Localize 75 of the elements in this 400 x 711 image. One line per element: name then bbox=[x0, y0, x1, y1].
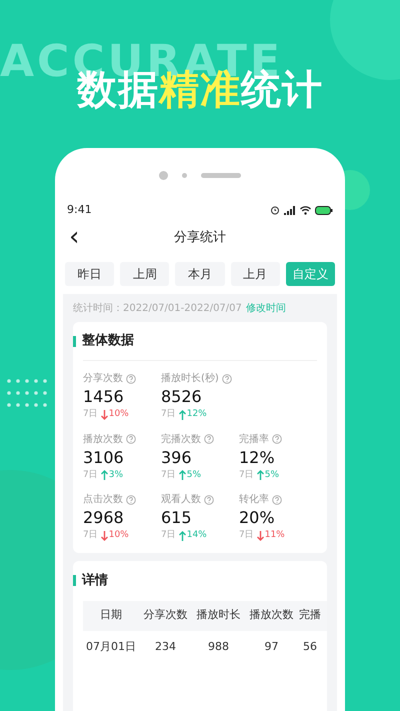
back-button[interactable]: ‹ bbox=[69, 222, 80, 252]
stat-value: 8526 bbox=[161, 386, 202, 408]
arrow-up-icon bbox=[256, 470, 264, 480]
stat-change: 11% bbox=[264, 529, 285, 542]
stat-change: 5% bbox=[264, 468, 280, 482]
stat-value: 396 bbox=[161, 446, 192, 468]
stat-period: 7日 bbox=[83, 529, 98, 542]
title-accent bbox=[73, 575, 76, 586]
battery-icon bbox=[315, 206, 333, 214]
stat-label: 完播率 bbox=[239, 432, 269, 446]
period-tab[interactable]: 上周 bbox=[120, 262, 170, 286]
column-header: 播放次数 bbox=[248, 607, 294, 624]
column-header: 分享次数 bbox=[142, 607, 188, 624]
card-title: 整体数据 bbox=[82, 332, 134, 350]
help-icon[interactable] bbox=[272, 434, 282, 444]
arrow-up-icon bbox=[178, 410, 186, 420]
stat-change: 3% bbox=[108, 468, 124, 482]
stat-period: 7日 bbox=[83, 468, 98, 482]
help-icon[interactable] bbox=[126, 494, 136, 504]
help-icon[interactable] bbox=[126, 374, 136, 384]
stat-period: 7日 bbox=[161, 408, 176, 421]
speaker-slot bbox=[201, 172, 241, 178]
period-tab[interactable]: 昨日 bbox=[65, 262, 114, 286]
arrow-up-icon bbox=[100, 470, 108, 480]
table-cell-text: 56 bbox=[302, 639, 318, 656]
table-cell-text: 234 bbox=[154, 639, 177, 656]
card-title: 详情 bbox=[82, 572, 108, 590]
column-header: 完播 bbox=[298, 607, 322, 624]
wifi-icon bbox=[300, 206, 311, 214]
table-cell-text: 97 bbox=[264, 639, 280, 656]
period-label: 统计时间：2022/07/01-2022/07/07 bbox=[73, 302, 242, 316]
help-icon[interactable] bbox=[272, 494, 282, 504]
stat-period: 7日 bbox=[239, 468, 254, 482]
stat-period: 7日 bbox=[161, 468, 176, 482]
signal-icon bbox=[284, 206, 296, 214]
column-header: 日期 bbox=[99, 607, 123, 624]
stat-value: 20% bbox=[239, 507, 275, 529]
arrow-down-icon bbox=[100, 410, 108, 420]
stat-label: 转化率 bbox=[239, 492, 269, 507]
stat-change: 5% bbox=[186, 468, 202, 482]
arrow-down-icon bbox=[100, 530, 108, 541]
help-icon[interactable] bbox=[204, 494, 214, 504]
help-icon[interactable] bbox=[204, 434, 214, 444]
arrow-up-icon bbox=[178, 530, 186, 541]
table-cell-text: 988 bbox=[207, 639, 230, 656]
status-time: 9:41 bbox=[67, 202, 92, 218]
table-cell-text: 07月01日 bbox=[85, 639, 137, 656]
period-tab[interactable]: 上月 bbox=[230, 262, 280, 286]
stat-label: 点击次数 bbox=[83, 492, 123, 507]
title-accent bbox=[73, 336, 76, 346]
stat-value: 615 bbox=[161, 507, 192, 529]
stat-value: 3106 bbox=[83, 446, 124, 468]
stat-period: 7日 bbox=[83, 408, 98, 421]
dot-grid-icon bbox=[6, 378, 48, 408]
help-icon[interactable] bbox=[222, 374, 232, 384]
stat-period: 7日 bbox=[239, 529, 254, 542]
arrow-down-icon bbox=[256, 530, 264, 541]
period-tab[interactable]: 本月 bbox=[175, 262, 225, 286]
arrow-up-icon bbox=[178, 470, 186, 480]
stat-period: 7日 bbox=[161, 529, 176, 542]
stat-value: 2968 bbox=[83, 507, 124, 529]
help-icon[interactable] bbox=[126, 434, 136, 444]
stat-value: 1456 bbox=[83, 386, 124, 408]
stat-change: 14% bbox=[186, 529, 207, 542]
stat-change: 12% bbox=[186, 408, 207, 421]
stat-label: 分享次数 bbox=[83, 372, 123, 386]
column-header: 播放时长 bbox=[196, 607, 242, 624]
stat-label: 完播次数 bbox=[161, 432, 201, 446]
stat-label: 播放次数 bbox=[83, 432, 123, 446]
stat-label: 播放时长(秒) bbox=[161, 372, 219, 386]
stat-label: 观看人数 bbox=[161, 492, 201, 507]
stat-change: 10% bbox=[108, 408, 129, 421]
page-title: 分享统计 bbox=[174, 229, 226, 248]
stat-value: 12% bbox=[239, 446, 275, 468]
stat-change: 10% bbox=[108, 529, 129, 542]
